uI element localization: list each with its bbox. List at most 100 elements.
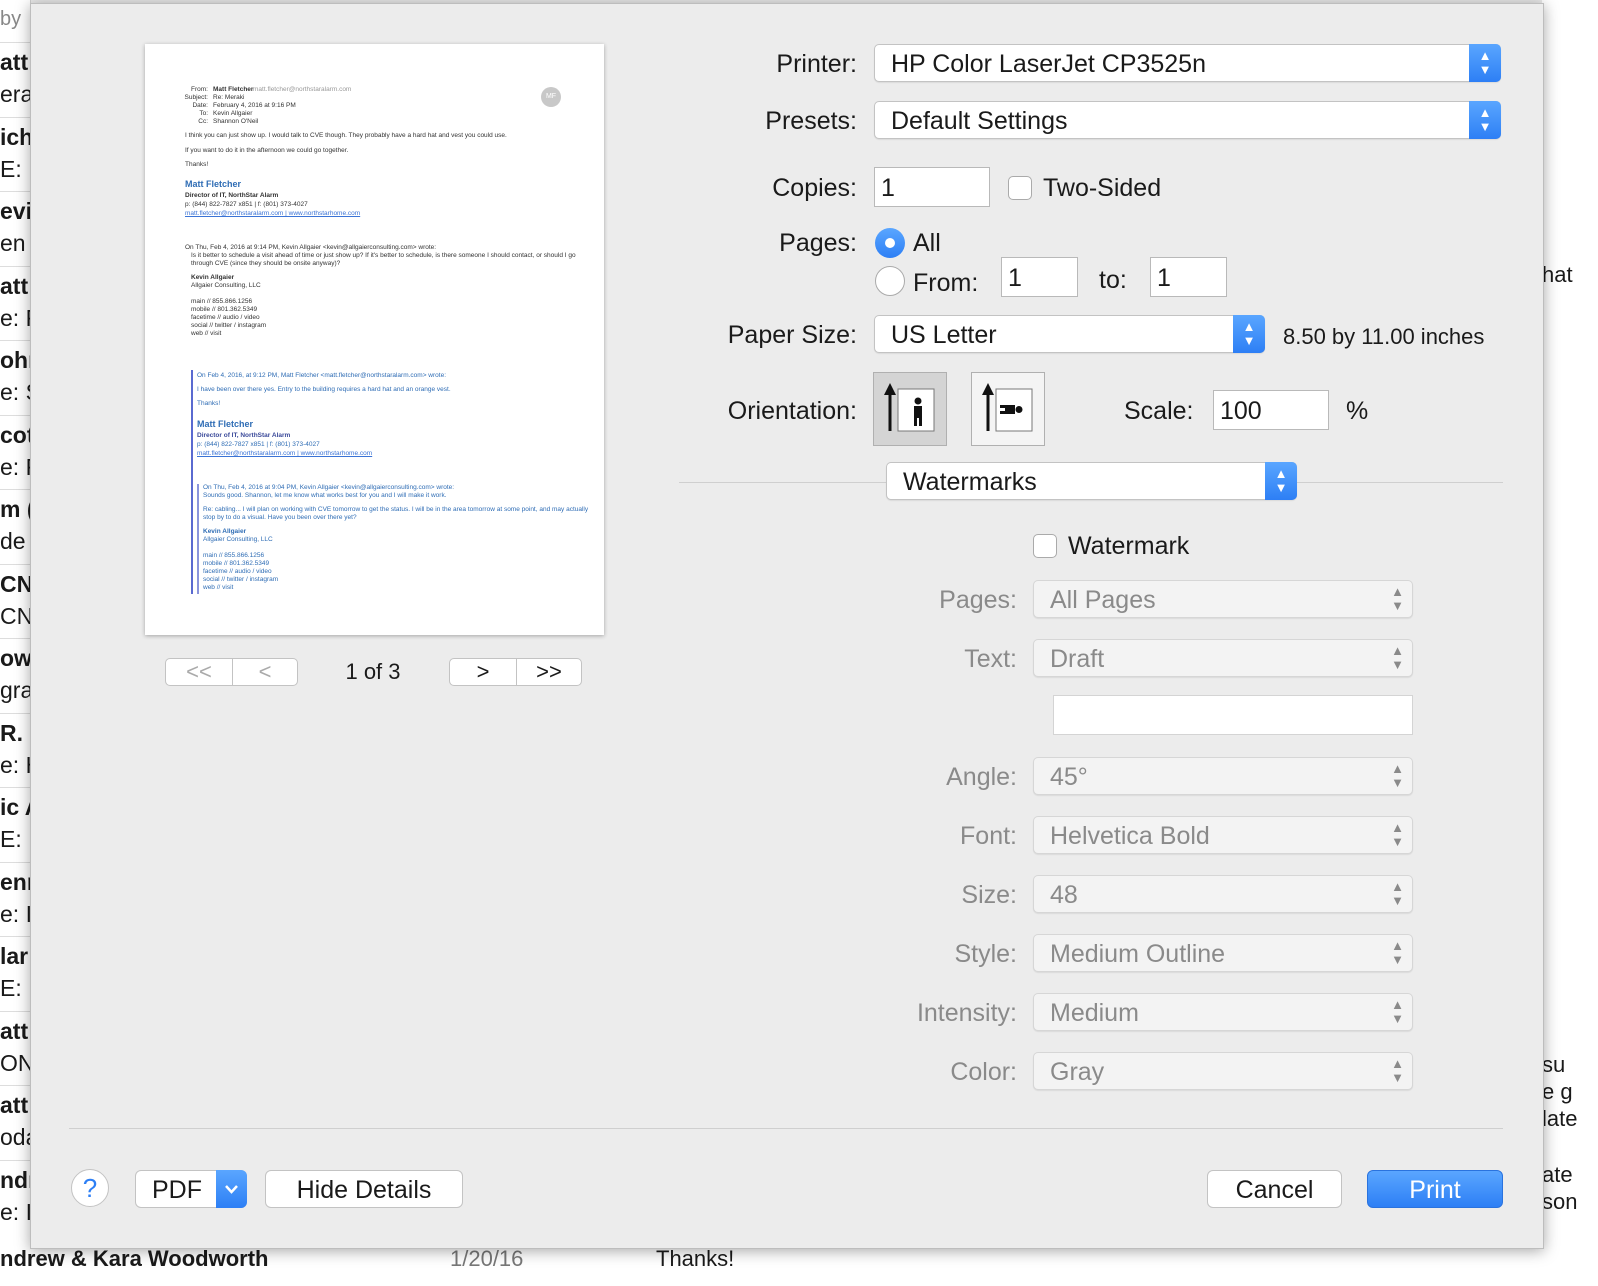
pages-to-input[interactable]: 1 [1150, 257, 1227, 297]
presets-popup[interactable]: Default Settings ▲ ▼ [874, 101, 1501, 139]
mail-list-item[interactable]: R. I e: H [0, 712, 30, 788]
print-button[interactable]: Print [1367, 1170, 1503, 1208]
updown-chevron-icon: ▲ ▼ [1469, 101, 1501, 139]
portrait-orientation-icon [884, 383, 935, 432]
wm-size-popup[interactable]: 48 ▲ ▼ [1033, 875, 1413, 913]
previous-page-button[interactable]: < [233, 659, 297, 685]
preview-text: Matt Fletcher [185, 179, 242, 189]
cancel-button[interactable]: Cancel [1207, 1170, 1342, 1208]
pages-from-label: From: [913, 269, 979, 297]
mail-body-background: hat su e g late ate son [1542, 0, 1598, 1286]
mail-sender: R. I [0, 719, 30, 746]
help-button[interactable]: ? [71, 1169, 109, 1207]
mail-sender: cot [0, 421, 30, 448]
mail-list-item[interactable]: CN CN [0, 563, 30, 639]
two-sided-label: Two-Sided [1043, 174, 1162, 202]
mail-sender: owl [0, 645, 31, 671]
pages-all-radio[interactable] [875, 228, 905, 258]
mail-list-item[interactable]: ohn e: S [0, 340, 30, 415]
mail-sender: ohn [0, 347, 30, 373]
bottom-date: 1/20/16 [450, 1246, 524, 1271]
paper-size-popup[interactable]: US Letter ▲ ▼ [874, 315, 1265, 353]
mail-list-item[interactable]: cot e: R [0, 414, 30, 490]
presets-value: Default Settings [891, 107, 1068, 135]
preview-text: February 4, 2016 at 9:16 PM [213, 102, 296, 109]
preview-text: On Thu, Feb 4, 2016 at 9:04 PM, Kevin Al… [203, 484, 455, 491]
scale-unit: % [1346, 397, 1369, 425]
presets-label: Presets: [765, 107, 857, 135]
mail-list-item[interactable]: ndr e: Ir [0, 1159, 30, 1235]
wm-pages-label: Pages: [939, 586, 1017, 614]
wm-angle-popup[interactable]: 45° ▲ ▼ [1033, 757, 1413, 795]
printer-popup[interactable]: HP Color LaserJet CP3525n ▲ ▼ [874, 44, 1501, 82]
preview-text: facetime // audio / video [191, 314, 260, 321]
wm-font-popup[interactable]: Helvetica Bold ▲ ▼ [1033, 816, 1413, 854]
preview-text: If you want to do it in the afternoon we… [185, 147, 349, 154]
mail-preview: e: H [0, 751, 30, 778]
body-fragment: late [1542, 1106, 1578, 1131]
preview-text: Date: [192, 102, 208, 109]
hide-details-button[interactable]: Hide Details [265, 1170, 463, 1208]
watermark-checkbox[interactable] [1033, 534, 1057, 558]
wm-color-popup[interactable]: Gray ▲ ▼ [1033, 1052, 1413, 1090]
mail-list-item[interactable]: att era [0, 42, 30, 117]
paper-size-label: Paper Size: [727, 321, 857, 349]
chevron-down-icon [216, 1170, 247, 1208]
bottom-sender: ndrew & Kara Woodworth [0, 1246, 269, 1271]
mail-list-item[interactable]: att ON [0, 1010, 30, 1086]
copies-label: Copies: [772, 174, 857, 202]
preview-text: social // twitter / instagram [203, 576, 279, 583]
scale-input[interactable]: 100 [1213, 390, 1329, 430]
sender-avatar: MF [541, 87, 561, 107]
preview-text: Matt Fletcher [197, 419, 254, 429]
mail-list-item[interactable]: ic A E: Ir [0, 787, 30, 862]
wm-custom-text-input[interactable] [1053, 695, 1413, 735]
mail-list-item[interactable]: evi en [0, 191, 31, 266]
two-sided-checkbox[interactable] [1008, 176, 1032, 200]
mail-preview: e: R [0, 304, 30, 331]
pdf-menu-button[interactable]: PDF [135, 1170, 247, 1208]
wm-size-value: 48 [1050, 881, 1078, 909]
copies-input[interactable]: 1 [874, 167, 990, 207]
wm-intensity-popup[interactable]: Medium ▲ ▼ [1033, 993, 1413, 1031]
nav-back-group: << < [165, 658, 298, 686]
mail-preview: e: Ir [0, 1198, 30, 1225]
mail-sender: evi [0, 198, 31, 224]
preview-text: Allgaier Consulting, LLC [191, 282, 261, 289]
wm-pages-popup[interactable]: All Pages ▲ ▼ [1033, 580, 1413, 618]
pages-all-label: All [913, 229, 941, 257]
mail-sender: lar [0, 943, 29, 969]
wm-style-popup[interactable]: Medium Outline ▲ ▼ [1033, 934, 1413, 972]
preview-text: On Feb 4, 2016, at 9:12 PM, Matt Fletche… [197, 372, 447, 379]
mail-preview: E: L [0, 155, 30, 182]
pages-from-input[interactable]: 1 [1001, 257, 1078, 297]
pages-from-radio[interactable] [875, 266, 905, 296]
mail-preview: oda [0, 1124, 30, 1150]
wm-text-popup[interactable]: Draft ▲ ▼ [1033, 639, 1413, 677]
pdf-label: PDF [152, 1176, 202, 1204]
wm-style-label: Style: [954, 940, 1017, 968]
last-page-button[interactable]: >> [517, 659, 581, 685]
mail-preview: gra [0, 677, 31, 703]
mail-list-item[interactable]: owl gra [0, 638, 31, 713]
mail-list-item[interactable]: lar E: Ir [0, 936, 30, 1011]
mail-list-item[interactable]: enn e: Ir [0, 861, 30, 937]
mail-list-item[interactable]: att e: R [0, 265, 30, 341]
printer-label: Printer: [776, 50, 857, 78]
watermark-label: Watermark [1068, 532, 1190, 560]
next-page-button[interactable]: > [450, 659, 517, 685]
preview-text: Thanks! [197, 400, 221, 407]
portrait-orientation-button[interactable] [873, 372, 947, 446]
mail-list-item[interactable]: att oda [0, 1085, 30, 1160]
preview-text: Director of IT, NorthStar Alarm [185, 192, 279, 199]
landscape-orientation-button[interactable] [971, 372, 1045, 446]
preview-text: social // twitter / instagram [191, 322, 267, 329]
mail-list-item[interactable]: ich E: L [0, 116, 30, 192]
paper-size-value: US Letter [891, 321, 997, 349]
first-page-button[interactable]: << [166, 659, 233, 685]
section-popup[interactable]: Watermarks ▲ ▼ [886, 462, 1297, 500]
quote-bar [197, 484, 199, 594]
mail-list-item[interactable]: m (de [0, 489, 30, 564]
printer-value: HP Color LaserJet CP3525n [891, 50, 1206, 78]
scale-label: Scale: [1124, 397, 1194, 425]
